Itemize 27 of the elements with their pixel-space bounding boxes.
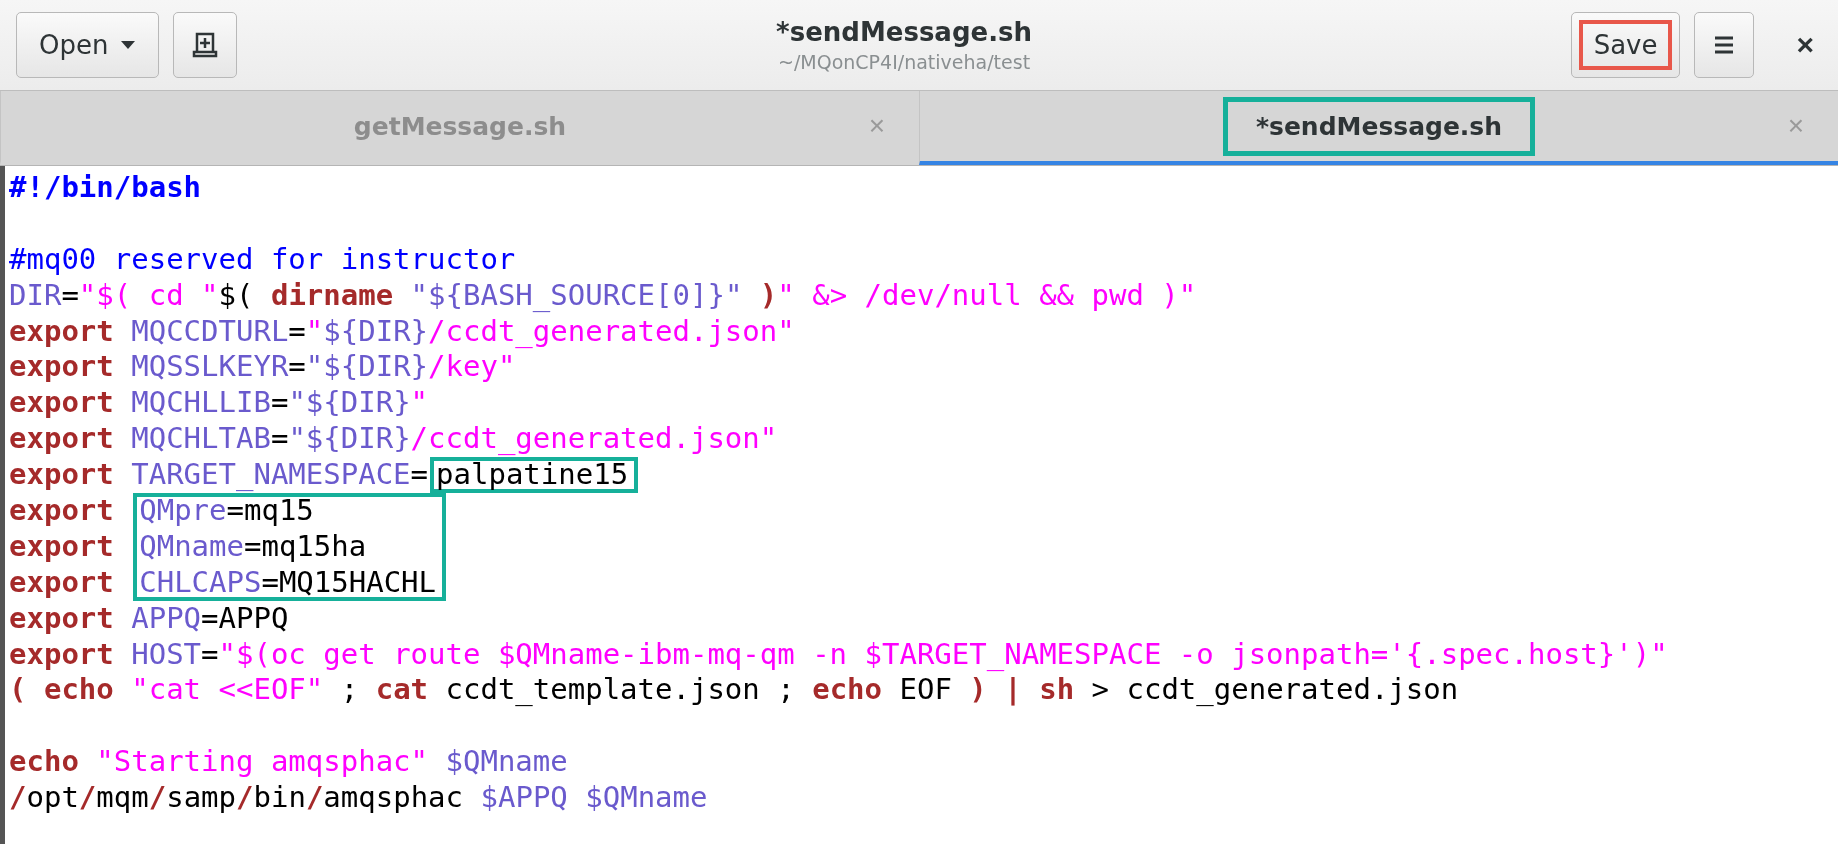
code-line: export CHLCAPS=MQ15HACHL: [5, 564, 1838, 601]
window-title: *sendMessage.sh: [776, 17, 1032, 47]
open-button[interactable]: Open: [16, 12, 160, 78]
code-line: ( echo "cat <<EOF" ; cat ccdt_template.json ; echo EOF ) | sh > ccdt_generated.json: [8, 672, 1460, 709]
new-tab-icon: [192, 32, 219, 58]
code-line: export TARGET_NAMESPACE= palpatine15: [5, 457, 1838, 493]
code-line: export QMpre=mq15: [5, 493, 1838, 529]
code-line: export MQCHLTAB="${DIR}/ccdt_generated.json": [8, 421, 779, 458]
code-line: export QMname=mq15ha: [5, 528, 1838, 565]
caret-icon: [120, 40, 137, 50]
file-path: ~/MQonCP4I/nativeha/test: [778, 51, 1031, 73]
code-line: export HOST="$(oc get route $QMname-ibm-mq-qm -n $TARGET_NAMESPACE -o jsonpath='{.spec.host}')": [8, 636, 1669, 673]
code-line: export MQCHLLIB="${DIR}": [8, 385, 430, 422]
save-button[interactable]: Save: [1570, 12, 1681, 78]
code-line: export APPQ=APPQ: [8, 600, 290, 637]
code-line: #mq00 reserved for instructor: [8, 241, 517, 278]
menu-icon: [1713, 35, 1736, 55]
close-button[interactable]: ×: [1788, 28, 1822, 62]
code-line: echo "Starting amqsphac" $QMname: [8, 744, 569, 781]
code-line: DIR="$( cd "$( dirname "${BASH_SOURCE[0]}" )" &> /dev/null && pwd )": [8, 277, 1198, 314]
code-line: /opt/mqm/samp/bin/amqsphac $APPQ $QMname: [8, 780, 709, 817]
menu-button[interactable]: [1694, 12, 1755, 78]
code-line: #!/bin/bash: [8, 170, 203, 206]
code-line: export MQSSLKEYR="${DIR}/key": [8, 349, 517, 386]
file-tab[interactable]: *sendMessage.sh ×: [919, 91, 1838, 165]
code-line: export MQCCDTURL="${DIR}/ccdt_generated.json": [8, 313, 796, 350]
new-tab-button[interactable]: [173, 12, 238, 78]
